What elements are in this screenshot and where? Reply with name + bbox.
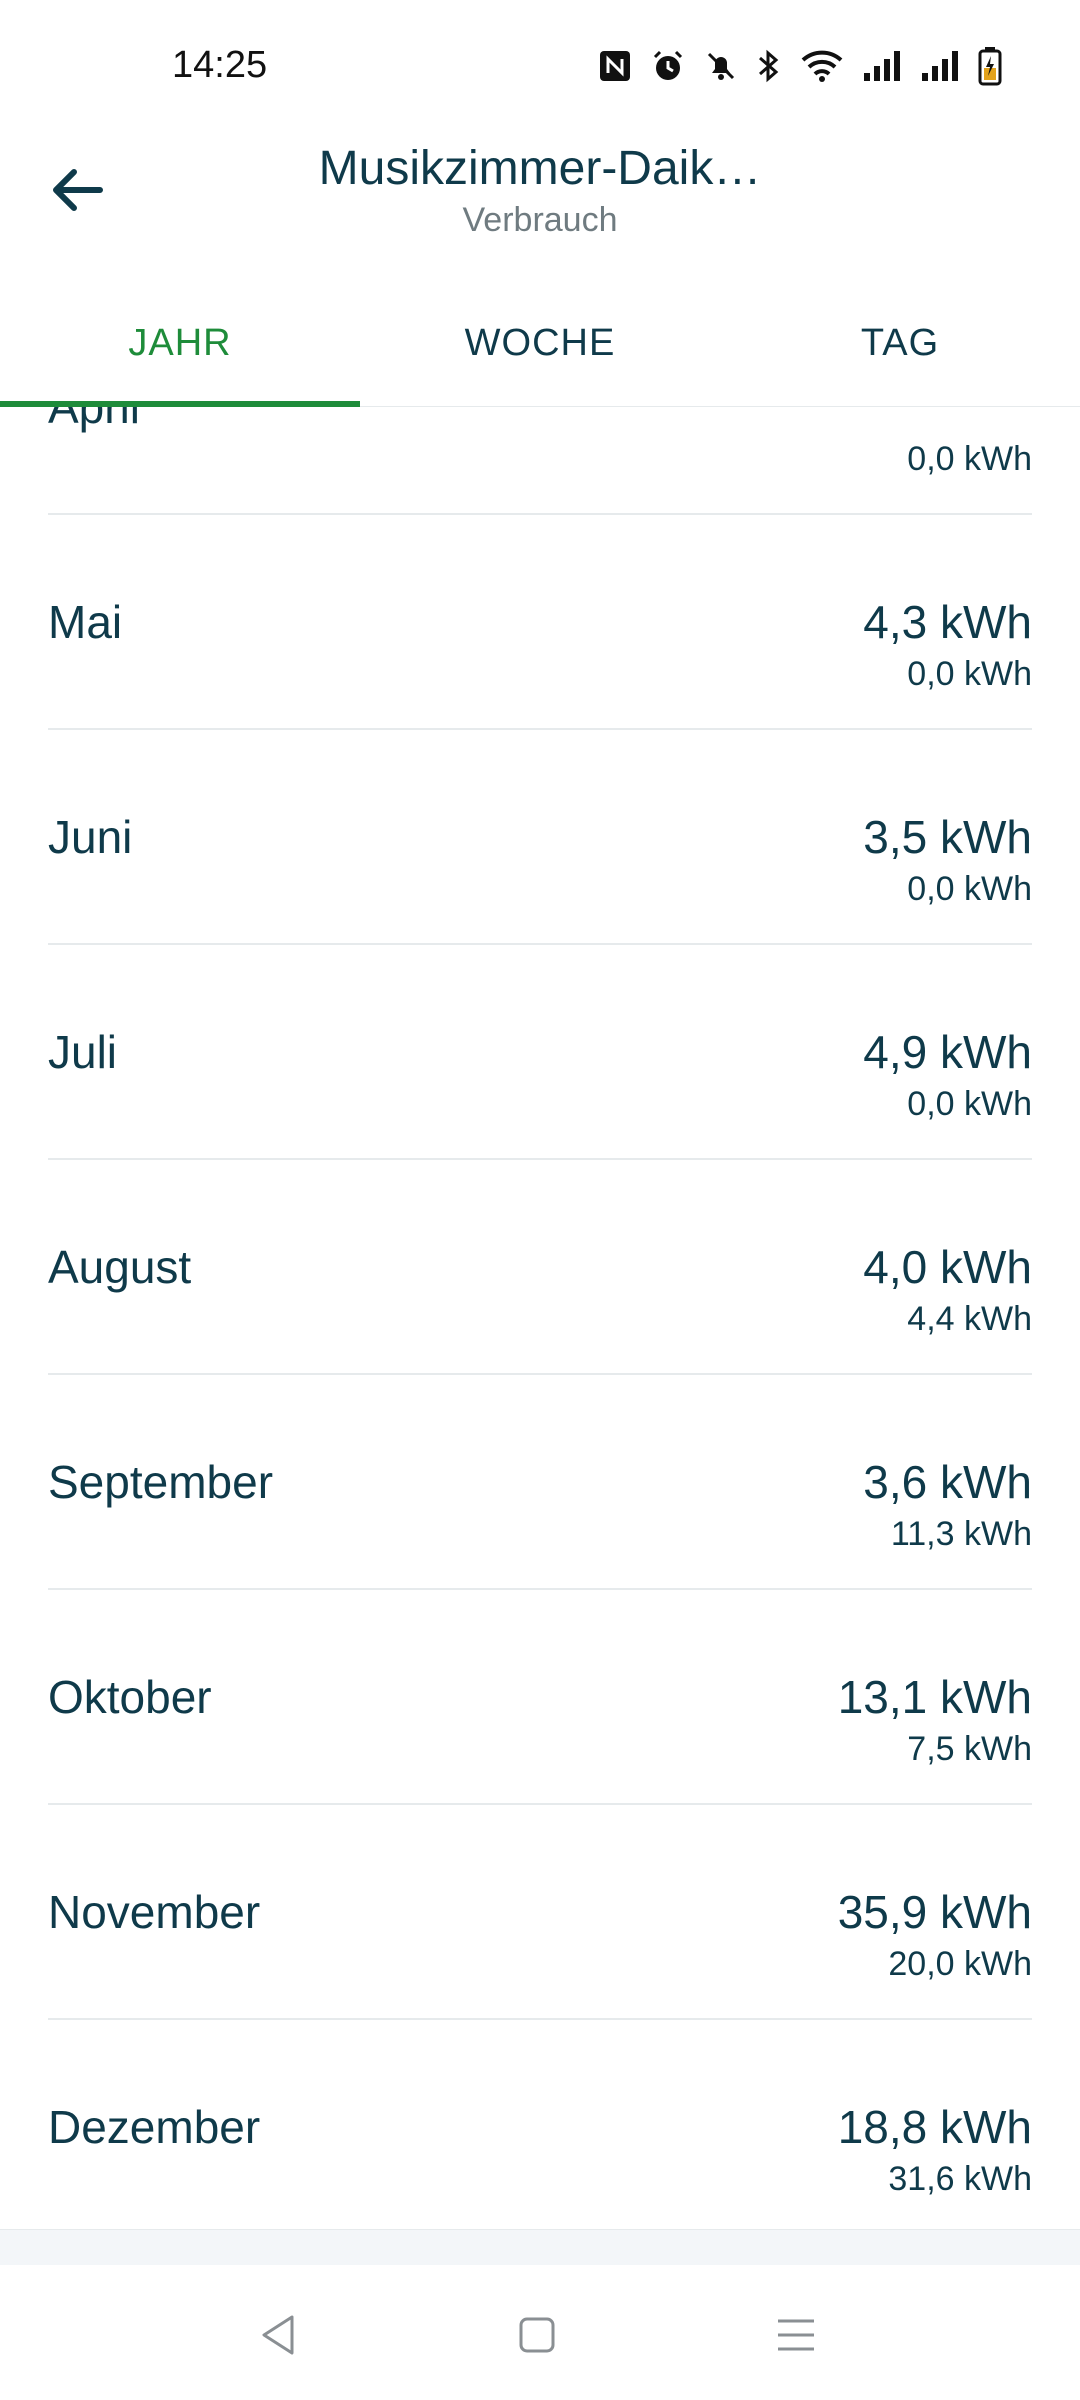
- month-label: September: [48, 1456, 274, 1508]
- back-button[interactable]: [36, 140, 116, 240]
- month-value: 4,0 kWh: [863, 1241, 1032, 1293]
- month-label: Juli: [48, 1026, 118, 1078]
- tab-woche[interactable]: WOCHE: [360, 280, 720, 406]
- tab-jahr[interactable]: JAHR: [0, 280, 360, 407]
- month-previous-value: 7,5 kWh: [907, 1730, 1032, 1768]
- title-block: Musikzimmer-Daik… Verbrauch: [0, 140, 1080, 242]
- alarm-icon: [650, 48, 686, 84]
- month-label: Oktober: [48, 1671, 212, 1723]
- nav-back-button[interactable]: [248, 2305, 308, 2365]
- month-previous-value: 11,3 kWh: [890, 1515, 1032, 1553]
- arrow-left-icon: [53, 169, 103, 211]
- status-icons: [598, 46, 1002, 86]
- month-previous-value: 0,0 kWh: [907, 440, 1032, 478]
- list-item[interactable]: Juni 3,5 kWh 0,0 kWh: [48, 730, 1032, 945]
- list-item[interactable]: September 3,6 kWh 11,3 kWh: [48, 1375, 1032, 1590]
- mute-icon: [704, 49, 738, 83]
- signal-icon: [862, 49, 902, 83]
- home-square-icon: [519, 2317, 555, 2353]
- consumption-list[interactable]: April 0,0 kWh Mai 4,3 kWh 0,0 kWh Juni 3…: [0, 407, 1080, 2229]
- month-previous-value: 4,4 kWh: [907, 1300, 1032, 1338]
- month-label: Mai: [48, 596, 123, 648]
- wifi-icon: [800, 49, 844, 83]
- month-value: 3,5 kWh: [863, 811, 1032, 863]
- month-previous-value: 0,0 kWh: [907, 655, 1032, 693]
- month-label: April: [48, 407, 141, 433]
- month-label: August: [48, 1241, 192, 1293]
- month-label: Juni: [48, 811, 133, 863]
- list-footer-band: [0, 2229, 1080, 2266]
- month-previous-value: 31,6 kWh: [888, 2160, 1032, 2198]
- month-value: 4,3 kWh: [863, 596, 1032, 648]
- period-tabs: JAHR WOCHE TAG: [0, 280, 1080, 407]
- battery-charging-icon: [978, 46, 1002, 86]
- month-value: 13,1 kWh: [837, 1671, 1032, 1723]
- list-item[interactable]: Oktober 13,1 kWh 7,5 kWh: [48, 1590, 1032, 1805]
- system-nav-bar: [0, 2265, 1080, 2400]
- month-value: 35,9 kWh: [837, 1886, 1032, 1938]
- month-label: Dezember: [48, 2101, 261, 2153]
- list-item[interactable]: April 0,0 kWh: [48, 407, 1032, 515]
- status-bar: 14:25: [0, 0, 1080, 140]
- signal-icon: [920, 49, 960, 83]
- status-time: 14:25: [172, 44, 268, 86]
- month-previous-value: 0,0 kWh: [907, 870, 1032, 908]
- list-item[interactable]: Juli 4,9 kWh 0,0 kWh: [48, 945, 1032, 1160]
- page-title: Musikzimmer-Daik…: [318, 142, 762, 195]
- list-item[interactable]: November 35,9 kWh 20,0 kWh: [48, 1805, 1032, 2020]
- list-item[interactable]: August 4,0 kWh 4,4 kWh: [48, 1160, 1032, 1375]
- nfc-icon: [598, 49, 632, 83]
- month-value: 4,9 kWh: [863, 1026, 1032, 1078]
- list-item[interactable]: Mai 4,3 kWh 0,0 kWh: [48, 515, 1032, 730]
- app-bar: Musikzimmer-Daik… Verbrauch: [0, 140, 1080, 280]
- month-label: November: [48, 1886, 261, 1938]
- nav-home-button[interactable]: [507, 2305, 567, 2365]
- bluetooth-icon: [756, 48, 782, 84]
- screen: 14:25 Musikzimmer-Daik… Verbrauch JAHR W…: [0, 0, 1080, 2400]
- month-value: 3,6 kWh: [863, 1456, 1032, 1508]
- month-previous-value: 20,0 kWh: [888, 1945, 1032, 1983]
- consumption-list-content: April 0,0 kWh Mai 4,3 kWh 0,0 kWh Juni 3…: [0, 407, 1080, 2229]
- menu-lines-icon: [778, 2319, 814, 2351]
- back-triangle-icon: [262, 2315, 294, 2355]
- tab-tag[interactable]: TAG: [720, 280, 1080, 406]
- month-previous-value: 0,0 kWh: [907, 1085, 1032, 1123]
- nav-menu-button[interactable]: [766, 2305, 826, 2365]
- page-subtitle: Verbrauch: [462, 201, 618, 239]
- month-value: 18,8 kWh: [837, 2101, 1032, 2153]
- list-item[interactable]: Dezember 18,8 kWh 31,6 kWh: [48, 2020, 1032, 2229]
